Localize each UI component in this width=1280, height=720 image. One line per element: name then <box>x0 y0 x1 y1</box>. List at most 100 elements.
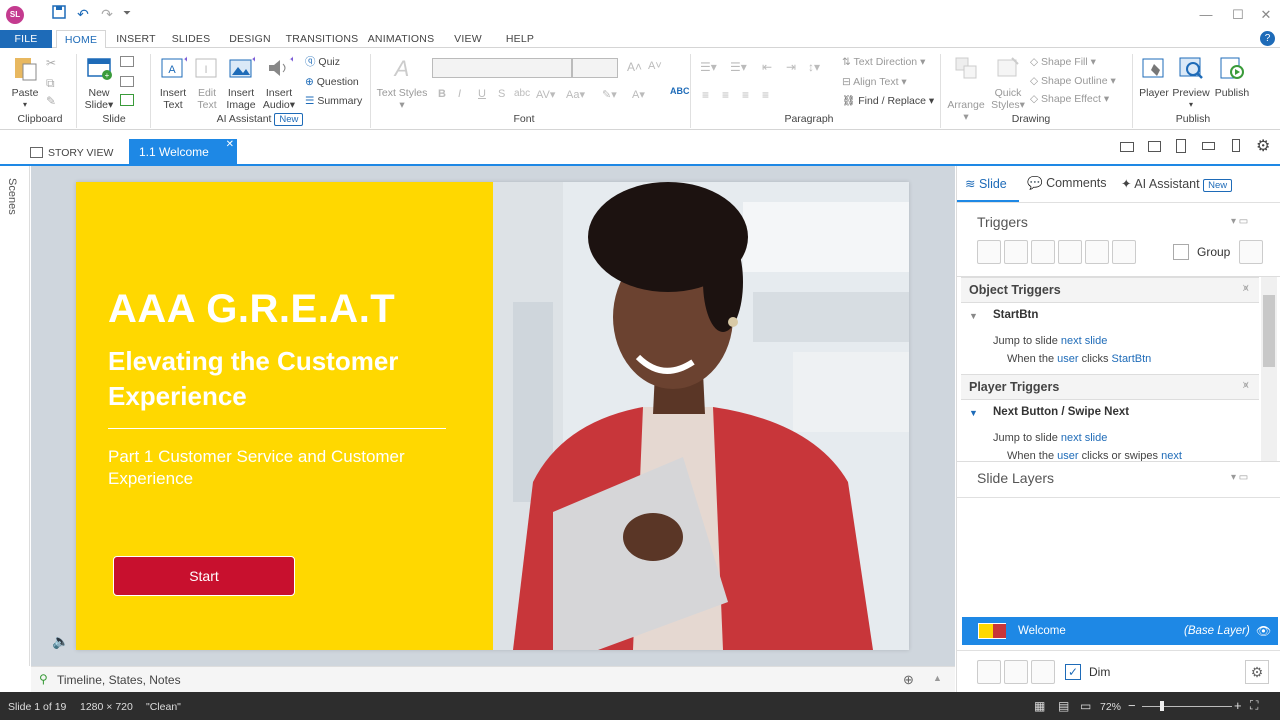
redo-icon[interactable]: ↷ <box>98 5 116 23</box>
normal-view-icon[interactable]: ▦ <box>1034 699 1045 713</box>
phone-portrait-icon[interactable] <box>1232 139 1240 152</box>
summary-button[interactable]: ☰ Summary <box>305 92 362 110</box>
format-painter-icon[interactable]: ✎ <box>46 94 56 108</box>
trigger-action[interactable]: Jump to slide next slide <box>993 335 1107 347</box>
collapse-layers-icon[interactable]: ▾ ▭ <box>1231 472 1248 483</box>
minimize-icon[interactable]: — <box>1196 6 1216 24</box>
scenes-panel[interactable]: Scenes <box>0 166 30 666</box>
zoom-slider-thumb[interactable] <box>1160 701 1164 711</box>
tablet-landscape-icon[interactable] <box>1148 141 1161 152</box>
character-spacing-icon[interactable]: abc <box>514 88 530 99</box>
reading-view-icon[interactable]: ▭ <box>1080 699 1091 713</box>
tab-ai-assistant[interactable]: ✦ AI Assistant New <box>1121 176 1233 192</box>
paste-button[interactable]: Paste ▾ <box>8 54 42 111</box>
justify-icon[interactable]: ≡ <box>762 88 769 102</box>
scrollbar[interactable] <box>1261 277 1277 461</box>
slide-photo[interactable] <box>493 182 909 650</box>
new-layer-icon[interactable] <box>977 660 1001 684</box>
trigger-condition[interactable]: When the user clicks or swipes next <box>1007 450 1182 461</box>
find-replace-button[interactable]: ⛓ Find / Replace ▾ <box>842 92 934 110</box>
slide-part-text[interactable]: Part 1 Customer Service and Customer Exp… <box>108 446 438 490</box>
slide[interactable]: AAA G.R.E.A.T Elevating the Customer Exp… <box>76 182 909 650</box>
undo-icon[interactable]: ↶ <box>74 5 92 23</box>
edit-trigger-icon[interactable] <box>1004 240 1028 264</box>
layout-icon[interactable] <box>120 56 134 67</box>
align-left-icon[interactable]: ≡ <box>702 88 709 102</box>
text-styles-button[interactable]: A Text Styles ▾ <box>376 54 428 111</box>
underline-icon[interactable]: U <box>478 88 486 100</box>
tab-file[interactable]: FILE <box>0 30 52 48</box>
layer-settings-icon[interactable]: ⚙ <box>1245 660 1269 684</box>
text-direction-button[interactable]: ⇅ Text Direction ▾ <box>842 53 925 71</box>
publish-button[interactable]: Publish <box>1212 54 1252 99</box>
close-icon[interactable]: ✕ <box>1256 6 1276 24</box>
numbering-icon[interactable]: ☰▾ <box>730 60 747 74</box>
delete-trigger-icon[interactable] <box>1085 240 1109 264</box>
insert-audio-button[interactable]: ✦ Insert Audio▾ <box>260 54 298 111</box>
duplicate-slide-icon[interactable] <box>120 94 134 106</box>
quiz-button[interactable]: ⓠ Quiz <box>305 53 340 71</box>
highlight-icon[interactable]: ✎▾ <box>602 88 617 101</box>
spell-check-icon[interactable]: ABC <box>670 86 690 96</box>
font-size-select[interactable] <box>572 58 618 78</box>
audio-speaker-icon[interactable]: 🔈 <box>52 633 69 650</box>
player-button[interactable]: Player <box>1136 54 1172 99</box>
tab-slides[interactable]: SLIDES <box>168 30 214 48</box>
tab-view[interactable]: VIEW <box>448 30 488 48</box>
tab-comments[interactable]: 💬 Comments <box>1027 176 1107 191</box>
triggers-list[interactable]: Object Triggers ⩙ ▼ StartBtn Jump to sli… <box>957 276 1280 462</box>
timeline-bar[interactable]: ⚲ Timeline, States, Notes ⊕ ▲ <box>31 666 955 692</box>
new-trigger-icon[interactable] <box>977 240 1001 264</box>
zoom-out-icon[interactable]: − <box>1128 698 1136 713</box>
variables-icon[interactable] <box>1239 240 1263 264</box>
tab-slide-properties[interactable]: ≋ Slide <box>965 176 1007 191</box>
bold-icon[interactable]: B <box>438 88 446 100</box>
shrink-font-icon[interactable]: A˅ <box>648 60 662 72</box>
zoom-in-icon[interactable]: + <box>1234 698 1242 713</box>
gear-icon[interactable]: ⚙ <box>1256 136 1270 156</box>
question-button[interactable]: ⊕ Question <box>305 73 359 91</box>
move-trigger-icon[interactable] <box>1112 240 1136 264</box>
align-text-button[interactable]: ⊟ Align Text ▾ <box>842 73 907 91</box>
collapse-icon[interactable]: ⩙ <box>1243 380 1249 391</box>
shape-outline-button[interactable]: ◇ Shape Outline ▾ <box>1030 72 1116 90</box>
expand-timeline-icon[interactable]: ▲ <box>933 673 942 683</box>
eye-icon[interactable]: 👁 <box>1256 617 1271 645</box>
slide-title[interactable]: AAA G.R.E.A.T <box>108 287 395 332</box>
tab-home[interactable]: HOME <box>56 30 106 49</box>
shape-effect-button[interactable]: ◇ Shape Effect ▾ <box>1030 90 1109 108</box>
help-icon[interactable]: ? <box>1260 31 1275 46</box>
align-center-icon[interactable]: ≡ <box>722 88 729 102</box>
fit-icon[interactable]: ⊕ <box>903 672 914 688</box>
font-color-icon[interactable]: A▾ <box>632 88 645 101</box>
shape-fill-button[interactable]: ◇ Shape Fill ▾ <box>1030 53 1096 71</box>
expand-arrow-icon[interactable]: ▼ <box>969 408 978 418</box>
align-right-icon[interactable]: ≡ <box>742 88 749 102</box>
zoom-slider[interactable] <box>1142 701 1232 711</box>
duplicate-layer-icon[interactable] <box>1004 660 1028 684</box>
trigger-player-name[interactable]: Next Button / Swipe Next <box>993 406 1129 418</box>
decrease-indent-icon[interactable]: ⇤ <box>762 60 772 74</box>
strikethrough-icon[interactable]: S <box>498 88 505 100</box>
slide-divider-line[interactable] <box>108 428 446 429</box>
dim-checkbox[interactable]: ✓ <box>1065 664 1081 680</box>
collapse-triggers-icon[interactable]: ▾ ▭ <box>1231 216 1248 227</box>
delete-layer-icon[interactable] <box>1031 660 1055 684</box>
trigger-action[interactable]: Jump to slide next slide <box>993 432 1107 444</box>
phone-landscape-icon[interactable] <box>1202 142 1215 150</box>
collapse-icon[interactable]: ⩙ <box>1243 283 1249 294</box>
maximize-icon[interactable]: ☐ <box>1228 6 1248 24</box>
insert-image-button[interactable]: ✦ Insert Image <box>223 54 259 111</box>
expand-arrow-icon[interactable]: ▼ <box>969 311 978 321</box>
close-tab-icon[interactable]: ✕ <box>226 131 234 158</box>
new-slide-button[interactable]: + New Slide▾ <box>82 54 116 111</box>
edit-text-button[interactable]: I Edit Text <box>191 54 223 111</box>
trigger-object-name[interactable]: StartBtn <box>993 309 1038 321</box>
paste-trigger-icon[interactable] <box>1058 240 1082 264</box>
font-family-select[interactable] <box>432 58 572 78</box>
scrollbar-thumb[interactable] <box>1263 295 1275 367</box>
desktop-view-icon[interactable] <box>1120 142 1134 152</box>
tab-transitions[interactable]: TRANSITIONS <box>284 30 360 48</box>
tab-insert[interactable]: INSERT <box>112 30 160 48</box>
quick-styles-button[interactable]: Quick Styles▾ <box>988 54 1028 111</box>
